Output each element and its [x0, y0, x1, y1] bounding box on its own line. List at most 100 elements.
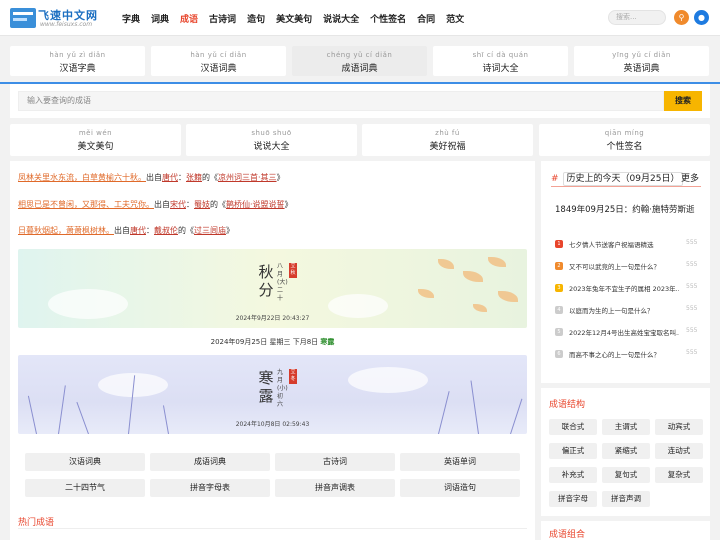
nav-item-hetong[interactable]: 合同 [417, 12, 435, 25]
history-event[interactable]: 1849年09月25日：约翰·施特劳斯逝 [555, 203, 694, 215]
more-link[interactable]: 更多 [681, 171, 699, 184]
list-item[interactable]: 3 2023年兔年不宜生子的属相 2023年... 555 [555, 282, 705, 294]
poem-author-link[interactable]: 张籍 [186, 173, 202, 182]
nav-item-zidian[interactable]: 字典 [122, 12, 140, 25]
nav-item-cidian[interactable]: 词典 [151, 12, 169, 25]
structure-chip[interactable]: 联合式 [549, 419, 597, 435]
structure-chip[interactable]: 补充式 [549, 467, 597, 483]
hot-idioms-heading: 热门成语 [18, 518, 55, 528]
solar-term-date: 2024年9月22日 20:43:27 [235, 315, 310, 322]
tab-pinyin: měi wén [78, 129, 113, 137]
structure-chip[interactable]: 复杂式 [655, 467, 703, 483]
poem-from: 出自 [146, 173, 162, 182]
reed-shape [76, 401, 89, 434]
link-yingyu-danci[interactable]: 英语单词 [400, 453, 520, 471]
structure-chip[interactable]: 拼音声调 [602, 491, 650, 507]
link-hanyu-cidian[interactable]: 汉语词典 [25, 453, 145, 471]
cloud-shape [348, 367, 428, 393]
main-content: 凤林关里水东流，白草黄榆六十秋。出自唐代：张籍的《凉州词三首·其三》 相思已是不… [10, 161, 535, 540]
header-search-input[interactable]: 搜索... [608, 10, 666, 25]
nav-item-gushici[interactable]: 古诗词 [209, 12, 236, 25]
nav-item-qianming[interactable]: 个性签名 [370, 12, 406, 25]
poem-from: 出自 [154, 200, 170, 209]
poem-text-link[interactable]: 日暮秋烟起，萧萧枫树林。 [18, 226, 114, 235]
poem-dynasty-link[interactable]: 宋代 [170, 200, 186, 209]
poem-of: 的《 [202, 173, 218, 182]
tab-shici-daquan[interactable]: shī cí dà quán 诗词大全 [433, 46, 568, 76]
nav-item-meiwen[interactable]: 美文美句 [276, 12, 312, 25]
poem-dynasty-link[interactable]: 唐代 [162, 173, 178, 182]
user-icon[interactable]: ● [694, 10, 709, 25]
tab-label: 诗词大全 [482, 64, 519, 74]
tab-pinyin: chéng yǔ cí diǎn [326, 51, 393, 59]
search-icon[interactable]: ⚲ [674, 10, 689, 25]
poem-title-link[interactable]: 过三闾庙 [194, 226, 226, 235]
list-item-text: 2023年兔年不宜生子的属相 2023年... [569, 285, 679, 293]
tab-pinyin: qiān míng [604, 129, 645, 137]
list-item[interactable]: 4 以庭而为生的上一句是什么？ 555 [555, 304, 705, 316]
title-underline [551, 186, 701, 187]
nav-item-chengyu[interactable]: 成语 [180, 12, 198, 25]
view-count: 555 [686, 327, 698, 334]
list-item[interactable]: 1 七夕情人节送客户祝福语精选 555 [555, 238, 705, 250]
quick-links: 汉语词典 成语词典 古诗词 英语单词 二十四节气 拼音字母表 拼音声调表 词语造… [25, 453, 520, 499]
list-item[interactable]: 6 而高不事之心的上一句是什么？ 555 [555, 348, 705, 360]
seal-stamp: 立秋 [289, 263, 297, 278]
tab-label: 汉语字典 [59, 64, 96, 74]
poem-close: 》 [276, 173, 285, 182]
poem-text-link[interactable]: 凤林关里水东流，白草黄榆六十秋。 [18, 173, 146, 182]
tab-qianming[interactable]: qiān míng 个性签名 [539, 124, 710, 156]
idiom-search-input[interactable]: 输入要查询的成语 [18, 91, 664, 111]
link-chengyu-cidian[interactable]: 成语词典 [150, 453, 270, 471]
view-count: 555 [686, 349, 698, 356]
link-pinyin-zimubiao[interactable]: 拼音字母表 [150, 479, 270, 497]
structure-chip[interactable]: 主谓式 [602, 419, 650, 435]
nav-item-shuoshuo[interactable]: 说说大全 [323, 12, 359, 25]
link-gushici[interactable]: 古诗词 [275, 453, 395, 471]
rank-badge: 5 [555, 328, 563, 336]
rank-badge: 1 [555, 240, 563, 248]
poem-close: 》 [284, 200, 293, 209]
site-logo[interactable]: 飞速中文网 www.feisuxs.com [10, 6, 102, 30]
tab-hanyu-cidian[interactable]: hàn yǔ cí diǎn 汉语词典 [151, 46, 286, 76]
link-ershisi-jieqi[interactable]: 二十四节气 [25, 479, 145, 497]
nav-item-zaoju[interactable]: 造句 [247, 12, 265, 25]
tab-hanyu-zidian[interactable]: hàn yǔ zì diǎn 汉语字典 [10, 46, 145, 76]
poem-title-link[interactable]: 鹊桥仙·说盟说誓 [226, 200, 285, 209]
link-ciyu-zaoju[interactable]: 词语造句 [400, 479, 520, 497]
view-count: 555 [686, 261, 698, 268]
poem-author-link[interactable]: 戴叔伦 [154, 226, 178, 235]
poem-close: 》 [226, 226, 234, 235]
structure-chip[interactable]: 拼音字母 [549, 491, 597, 507]
tab-zhufu[interactable]: zhù fú 美好祝福 [362, 124, 533, 156]
poem-title-link[interactable]: 凉州词三首·其三 [218, 173, 277, 182]
poem-dynasty-link[interactable]: 唐代 [130, 226, 146, 235]
list-item[interactable]: 5 2022年12月4号出生高姓宝宝取名叫... 555 [555, 326, 705, 338]
reed-shape [510, 398, 523, 434]
tab-meiwen[interactable]: měi wén 美文美句 [10, 124, 181, 156]
link-pinyin-shengdiao[interactable]: 拼音声调表 [275, 479, 395, 497]
tab-chengyu-cidian[interactable]: chéng yǔ cí diǎn 成语词典 [292, 46, 427, 76]
structure-chip[interactable]: 连动式 [655, 443, 703, 459]
structure-chip[interactable]: 复句式 [602, 467, 650, 483]
list-item[interactable]: 2 又不可以武竞的上一句是什么？ 555 [555, 260, 705, 272]
solar-term-banner-coldDew[interactable]: 寒露 九月(小)初六 立冬 2024年10月8日 02:59:43 [18, 355, 527, 434]
solar-term-name: 秋分 [258, 263, 274, 299]
rank-badge: 4 [555, 306, 563, 314]
search-button[interactable]: 搜索 [664, 91, 702, 111]
poem-text-link[interactable]: 相思已是不曾闲，又那得、工夫咒你。 [18, 200, 154, 209]
nav-item-fanwen[interactable]: 范文 [446, 12, 464, 25]
structure-chip[interactable]: 紧缩式 [602, 443, 650, 459]
structure-chip[interactable]: 动宾式 [655, 419, 703, 435]
poem-author-link[interactable]: 蜀妓 [194, 200, 210, 209]
poem-sep: ： [146, 226, 154, 235]
solar-term-banner-autumn[interactable]: 秋分 八月(大)二十 立秋 2024年9月22日 20:43:27 [18, 249, 527, 328]
structure-chip[interactable]: 偏正式 [549, 443, 597, 459]
tab-shuoshuo[interactable]: shuō shuō 说说大全 [186, 124, 357, 156]
tab-label: 美好祝福 [429, 142, 466, 152]
poem-line: 凤林关里水东流，白草黄榆六十秋。出自唐代：张籍的《凉州词三首·其三》 [18, 172, 285, 183]
poem-of: 的《 [210, 200, 226, 209]
leaf-shape [473, 304, 487, 312]
rank-badge: 6 [555, 350, 563, 358]
tab-yingyu-cidian[interactable]: yīng yǔ cí diǎn 英语词典 [574, 46, 709, 76]
